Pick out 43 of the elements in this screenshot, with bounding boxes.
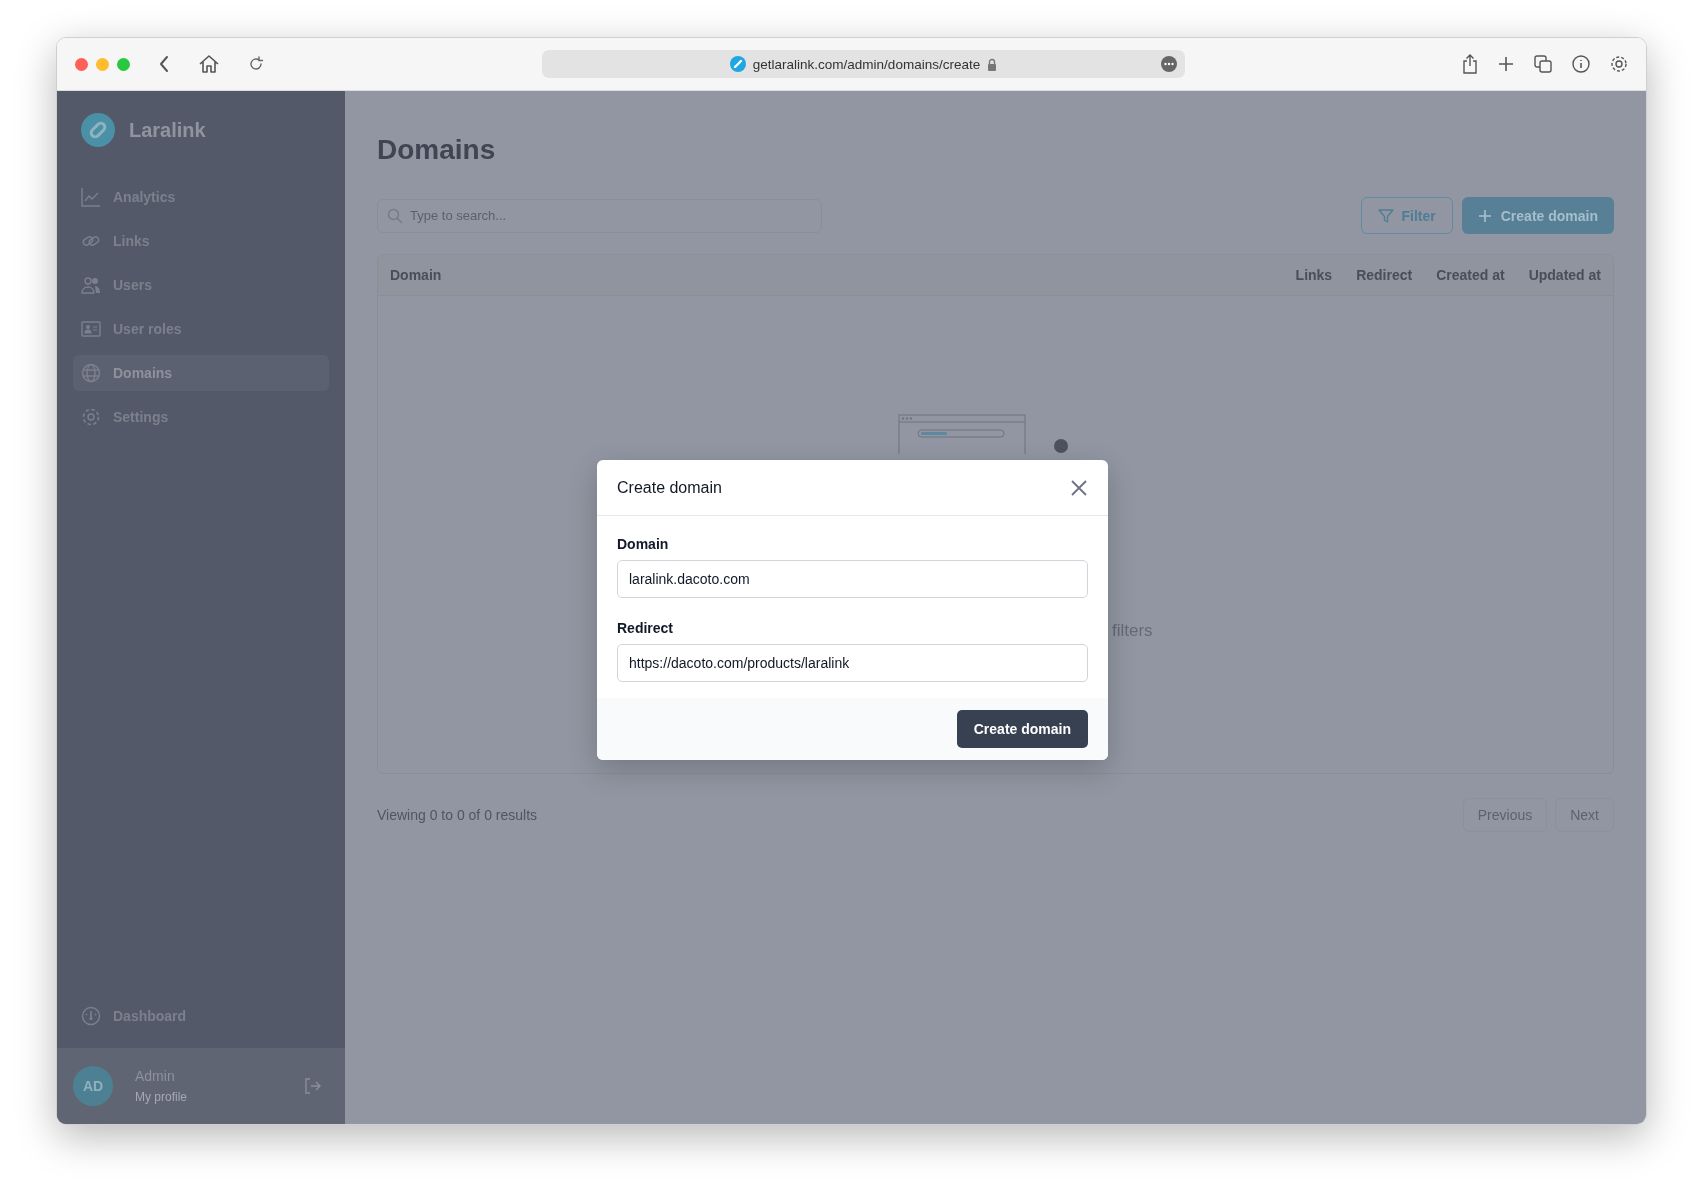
- plus-icon: [1477, 208, 1492, 223]
- lock-icon: [987, 57, 998, 71]
- modal-title: Create domain: [617, 478, 722, 497]
- info-icon[interactable]: [1572, 55, 1590, 73]
- filter-button[interactable]: Filter: [1360, 197, 1453, 234]
- link-logo-icon: [81, 113, 115, 147]
- more-icon[interactable]: [1161, 56, 1177, 72]
- id-card-icon: [81, 320, 101, 338]
- users-icon: [81, 275, 101, 295]
- settings-icon[interactable]: [1610, 55, 1628, 73]
- submit-button[interactable]: Create domain: [956, 710, 1088, 748]
- input-field[interactable]: https://dacoto.com/products/laralink: [617, 644, 1088, 682]
- home-icon[interactable]: [198, 54, 220, 74]
- column-header: Links: [1295, 267, 1333, 283]
- profile-link[interactable]: My profile: [135, 1090, 303, 1104]
- column-header: Redirect: [1356, 267, 1413, 283]
- back-icon[interactable]: [158, 55, 170, 73]
- chart-icon: [81, 187, 101, 207]
- column-header: Updated at: [1528, 267, 1601, 283]
- page-title: Domains: [377, 133, 497, 167]
- tabs-icon[interactable]: [1534, 55, 1552, 73]
- share-icon[interactable]: [1462, 54, 1478, 74]
- url-text: getlaralink.com/admin/domains/create: [752, 56, 981, 72]
- site-logo-icon: [729, 56, 746, 72]
- field-label: Domain: [617, 536, 670, 552]
- results-summary: Viewing 0 to 0 of 0 results: [377, 807, 538, 823]
- close-icon[interactable]: [1070, 478, 1088, 497]
- globe-icon: [81, 363, 101, 383]
- column-header: Domain: [390, 267, 443, 283]
- avatar[interactable]: AD: [73, 1066, 113, 1106]
- field-label: Redirect: [617, 620, 675, 636]
- create-domain-button[interactable]: Create domain: [1461, 197, 1614, 234]
- new-tab-icon[interactable]: [1498, 56, 1514, 72]
- input-field[interactable]: laralink.dacoto.com: [617, 560, 1088, 598]
- reload-icon[interactable]: [248, 56, 264, 72]
- brand-name: Laralink: [129, 118, 206, 142]
- search-icon: [387, 207, 403, 224]
- funnel-icon: [1377, 207, 1394, 224]
- close-window-button[interactable]: [75, 57, 88, 71]
- settings-icon: [81, 407, 101, 427]
- address-bar[interactable]: getlaralink.com/admin/domains/create: [542, 50, 1185, 78]
- gauge-icon: [81, 1006, 101, 1026]
- column-header: Created at: [1436, 267, 1505, 283]
